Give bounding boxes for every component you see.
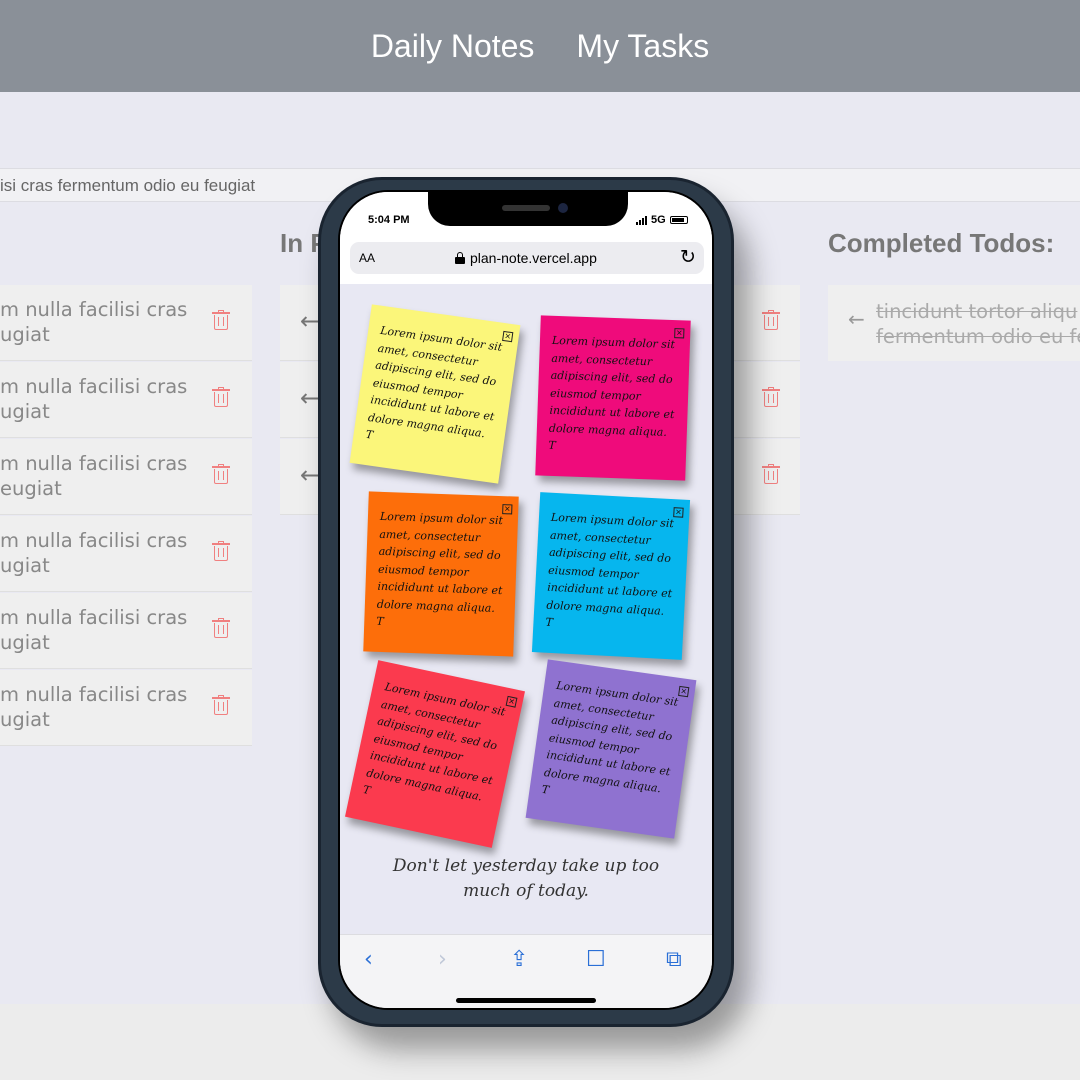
phone-screen: 5:04 PM 5G AA plan-note.vercel.app ↻ × L… — [338, 190, 714, 1010]
todo-text: m nulla facilisi cras ugiat — [0, 529, 188, 577]
forward-icon[interactable]: › — [438, 947, 447, 972]
note-text: Lorem ipsum dolor sit amet, consectetur … — [545, 510, 675, 630]
arrow-left-icon[interactable]: ← — [848, 307, 865, 331]
sticky-note[interactable]: × Lorem ipsum dolor sit amet, consectetu… — [531, 492, 691, 660]
close-icon[interactable]: × — [505, 695, 518, 708]
browser-top: 5:04 PM 5G AA plan-note.vercel.app ↻ — [340, 192, 712, 284]
status-right: 5G — [636, 214, 688, 226]
close-icon[interactable]: × — [678, 685, 690, 698]
text-size-button[interactable]: AA — [359, 251, 375, 265]
close-icon[interactable]: × — [502, 330, 514, 343]
trash-icon[interactable] — [212, 310, 230, 330]
nav-my-tasks[interactable]: My Tasks — [576, 28, 709, 65]
trash-icon[interactable] — [762, 464, 780, 484]
trash-icon[interactable] — [212, 464, 230, 484]
todo-text: m nulla facilisi cras ugiat — [0, 298, 188, 346]
completed-row: ← tincidunt tortor aliqu fermentum odio e… — [828, 285, 1080, 361]
note-text: Lorem ipsum dolor sit amet, consectetur … — [548, 333, 676, 453]
completed-title: Completed Todos: — [828, 228, 1055, 258]
back-icon[interactable]: ‹ — [364, 947, 373, 972]
close-icon[interactable]: × — [502, 504, 513, 515]
bookmarks-icon[interactable]: ☐ — [586, 947, 606, 972]
trash-icon[interactable] — [212, 618, 230, 638]
sticky-note[interactable]: × Lorem ipsum dolor sit amet, consectetu… — [525, 659, 697, 839]
note-text: Lorem ipsum dolor sit amet, consectetur … — [361, 680, 507, 804]
trash-icon[interactable] — [762, 387, 780, 407]
todo-row: m nulla facilisi cras ugiat — [0, 362, 252, 438]
status-time: 5:04 PM — [368, 214, 410, 226]
close-icon[interactable]: × — [673, 507, 684, 518]
network-label: 5G — [651, 214, 666, 226]
quote-text: Don't let yesterday take up too much of … — [392, 856, 660, 901]
todo-row: m nulla facilisi cras eugiat — [0, 439, 252, 515]
lock-icon — [455, 252, 465, 264]
notes-board: × Lorem ipsum dolor sit amet, consectetu… — [340, 284, 712, 934]
top-nav: Daily Notes My Tasks — [0, 0, 1080, 92]
signal-icon — [636, 215, 647, 225]
browser-toolbar: ‹ › ⇪ ☐ ⧉ — [340, 934, 712, 1008]
close-icon[interactable]: × — [674, 328, 685, 339]
todo-text: m nulla facilisi cras eugiat — [0, 452, 188, 500]
todo-text: m nulla facilisi cras ugiat — [0, 606, 188, 654]
sticky-note[interactable]: × Lorem ipsum dolor sit amet, consectetu… — [349, 304, 521, 484]
note-text: Lorem ipsum dolor sit amet, consectetur … — [540, 678, 680, 797]
trash-icon[interactable] — [212, 387, 230, 407]
home-indicator — [456, 998, 596, 1003]
share-icon[interactable]: ⇪ — [510, 947, 528, 972]
tabs-icon[interactable]: ⧉ — [666, 947, 682, 972]
trash-icon[interactable] — [212, 541, 230, 561]
todo-text: m nulla facilisi cras ugiat — [0, 683, 188, 731]
todo-row: m nulla facilisi cras ugiat — [0, 516, 252, 592]
todo-row: m nulla facilisi cras ugiat — [0, 670, 252, 746]
note-text: Lorem ipsum dolor sit amet, consectetur … — [376, 509, 504, 629]
note-text: Lorem ipsum dolor sit amet, consectetur … — [364, 323, 504, 442]
trash-icon[interactable] — [762, 310, 780, 330]
notch — [428, 192, 628, 226]
completed-text: tincidunt tortor aliqu fermentum odio eu … — [876, 300, 1080, 348]
nav-daily-notes[interactable]: Daily Notes — [371, 28, 535, 65]
todo-row: m nulla facilisi cras ugiat — [0, 593, 252, 669]
url-text[interactable]: plan-note.vercel.app — [470, 250, 597, 266]
todo-row: m nulla facilisi cras ugiat — [0, 285, 252, 361]
trash-icon[interactable] — [212, 695, 230, 715]
battery-icon — [669, 216, 688, 224]
sticky-note[interactable]: × Lorem ipsum dolor sit amet, consectetu… — [345, 660, 525, 848]
todo-text: m nulla facilisi cras ugiat — [0, 375, 188, 423]
sticky-note[interactable]: × Lorem ipsum dolor sit amet, consectetu… — [363, 491, 519, 657]
sticky-note[interactable]: × Lorem ipsum dolor sit amet, consectetu… — [535, 315, 691, 481]
reload-icon[interactable]: ↻ — [680, 246, 696, 268]
address-bar[interactable]: AA plan-note.vercel.app ↻ — [350, 242, 704, 274]
